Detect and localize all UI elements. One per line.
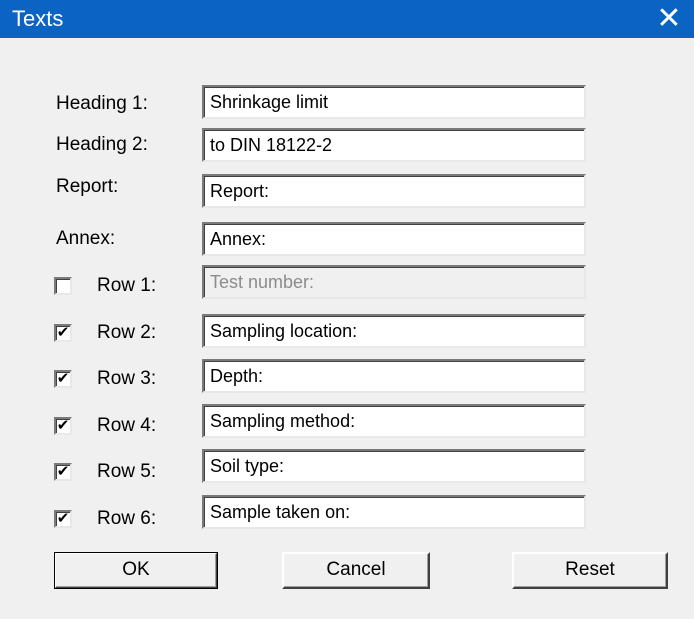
row5-input[interactable]: Soil type: <box>202 449 586 483</box>
report-input[interactable]: Report: <box>202 174 586 208</box>
row6-input[interactable]: Sample taken on: <box>202 495 586 529</box>
report-label: Report: <box>56 176 119 197</box>
row4-label: Row 4: <box>97 415 157 436</box>
row5-label: Row 5: <box>97 461 157 482</box>
window-title: Texts <box>12 6 64 31</box>
row4-checkbox[interactable]: ✔ <box>54 417 72 435</box>
heading2-input[interactable]: to DIN 18122-2 <box>202 128 586 162</box>
row2-label: Row 2: <box>97 322 157 343</box>
close-icon[interactable]: ✕ <box>644 0 694 38</box>
row6-label: Row 6: <box>97 508 157 529</box>
row2-checkbox[interactable]: ✔ <box>54 324 72 342</box>
row3-checkbox[interactable]: ✔ <box>54 370 72 388</box>
heading1-input[interactable]: Shrinkage limit <box>202 85 586 119</box>
row1-label: Row 1: <box>97 275 157 296</box>
reset-button[interactable]: Reset <box>512 552 668 589</box>
annex-label: Annex: <box>56 228 116 249</box>
cancel-button[interactable]: Cancel <box>282 552 430 589</box>
ok-button[interactable]: OK <box>54 552 218 589</box>
title-bar: Texts ✕ <box>0 0 694 38</box>
row1-checkbox[interactable] <box>54 277 72 295</box>
row3-label: Row 3: <box>97 368 157 389</box>
heading2-label: Heading 2: <box>56 134 148 155</box>
annex-input[interactable]: Annex: <box>202 222 586 256</box>
row3-input[interactable]: Depth: <box>202 359 586 393</box>
row5-checkbox[interactable]: ✔ <box>54 463 72 481</box>
row1-input[interactable]: Test number: <box>202 265 586 299</box>
heading1-label: Heading 1: <box>56 93 148 114</box>
row4-input[interactable]: Sampling method: <box>202 404 586 438</box>
row6-checkbox[interactable]: ✔ <box>54 510 72 528</box>
row2-input[interactable]: Sampling location: <box>202 314 586 348</box>
